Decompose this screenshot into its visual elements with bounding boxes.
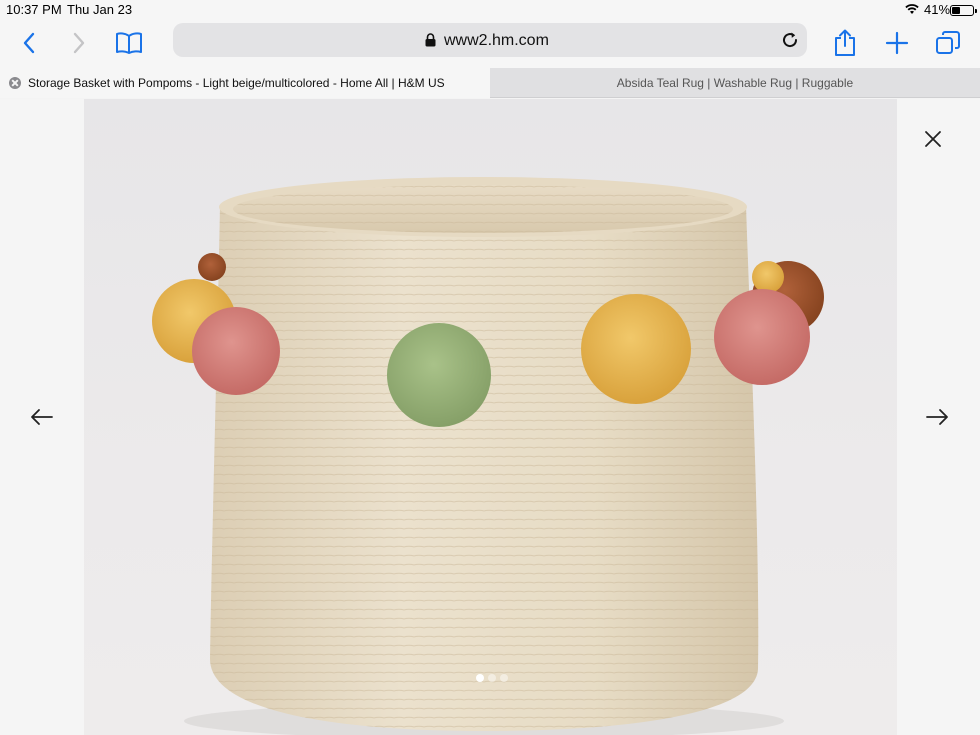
tab-bar: Storage Basket with Pompoms - Light beig… — [0, 68, 980, 98]
close-tab-icon[interactable] — [9, 77, 21, 89]
address-bar[interactable]: www2.hm.com — [173, 23, 807, 57]
tab-absida-rug[interactable]: Absida Teal Rug | Washable Rug | Ruggabl… — [490, 68, 980, 98]
forward-button[interactable] — [64, 28, 94, 58]
battery-percentage: 41% — [924, 2, 951, 17]
bookmarks-button[interactable] — [114, 28, 144, 58]
tab-title: Absida Teal Rug | Washable Rug | Ruggabl… — [616, 76, 854, 90]
back-button[interactable] — [14, 28, 44, 58]
status-bar: 10:37 PM Thu Jan 23 41% — [0, 0, 980, 20]
pagination-dot[interactable] — [500, 674, 508, 682]
pompom-green-center — [387, 323, 491, 427]
arrow-left-icon[interactable] — [29, 404, 55, 430]
tab-title: Storage Basket with Pompoms - Light beig… — [28, 76, 445, 90]
share-icon — [835, 29, 855, 56]
reload-icon[interactable] — [781, 31, 799, 49]
new-tab-button[interactable] — [882, 28, 912, 58]
pagination-dot[interactable] — [476, 674, 484, 682]
chevron-right-icon — [73, 32, 85, 54]
arrow-right-icon[interactable] — [924, 404, 950, 430]
tab-storage-basket[interactable]: Storage Basket with Pompoms - Light beig… — [0, 68, 490, 98]
url-text: www2.hm.com — [444, 32, 549, 49]
chevron-left-icon — [23, 32, 35, 54]
storage-basket-illustration — [152, 177, 824, 735]
pompom-brown-left-back — [198, 253, 226, 281]
pagination-dot[interactable] — [488, 674, 496, 682]
status-time: 10:37 PM — [6, 2, 62, 17]
pompom-pink-left — [192, 307, 280, 395]
lock-icon — [425, 33, 436, 47]
product-image — [84, 99, 897, 735]
pompom-pink-right — [714, 289, 810, 385]
close-icon[interactable] — [924, 130, 942, 148]
browser-toolbar: www2.hm.com — [0, 20, 980, 68]
wifi-icon — [905, 4, 919, 14]
plus-icon — [885, 31, 909, 55]
tabs-icon — [936, 30, 961, 54]
pompom-yellow-right-back — [752, 261, 784, 293]
image-pagination[interactable] — [476, 674, 508, 682]
book-icon — [116, 32, 142, 54]
status-date: Thu Jan 23 — [67, 2, 133, 17]
pompom-yellow-center — [581, 294, 691, 404]
share-button[interactable] — [830, 28, 860, 58]
tabs-overview-button[interactable] — [933, 28, 963, 58]
battery-icon — [950, 5, 977, 16]
image-viewer — [0, 99, 980, 735]
